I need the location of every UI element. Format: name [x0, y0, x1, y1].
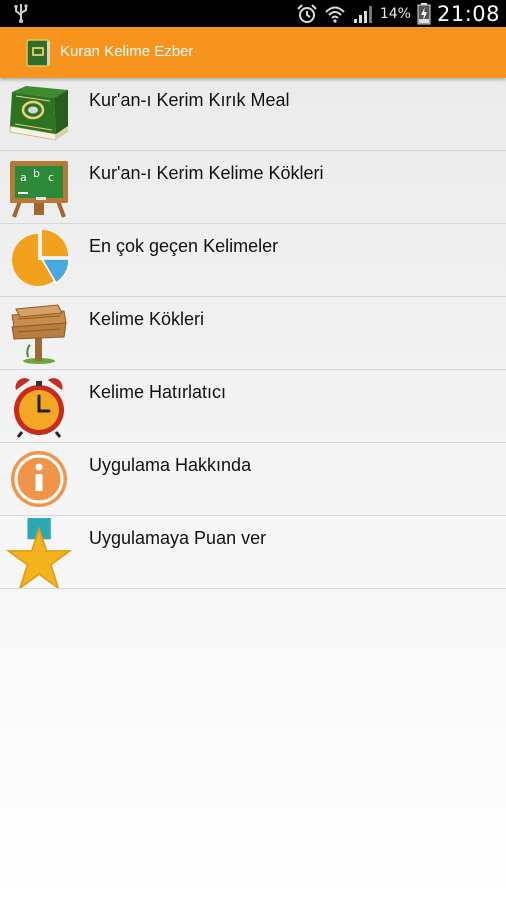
signal-icon — [353, 5, 372, 23]
info-icon — [11, 451, 67, 507]
svg-text:b: b — [33, 167, 40, 180]
menu-item-label: Kur'an-ı Kerim Kırık Meal — [89, 90, 290, 110]
menu-item-puan-ver[interactable]: Uygulamaya Puan ver — [0, 516, 506, 589]
action-bar: Kuran Kelime Ezber — [0, 27, 506, 78]
svg-text:a: a — [20, 171, 27, 184]
main-menu: Kur'an-ı Kerim Kırık Meal a b c Kur'an-ı… — [0, 78, 506, 589]
quran-book-icon — [9, 86, 68, 141]
alarm-icon — [297, 3, 317, 23]
menu-item-kirik-meal[interactable]: Kur'an-ı Kerim Kırık Meal — [0, 78, 506, 151]
menu-item-label: Kelime Kökleri — [89, 309, 205, 329]
menu-item-kelime-hatirlatici[interactable]: Kelime Hatırlatıcı — [0, 370, 506, 443]
menu-item-label: Uygulamaya Puan ver — [89, 528, 267, 548]
alarm-clock-icon — [14, 378, 64, 438]
menu-item-kelime-kokleri[interactable]: Kelime Kökleri — [0, 297, 506, 370]
clock: 21:08 — [436, 1, 500, 26]
menu-item-label: Kur'an-ı Kerim Kelime Kökleri — [89, 163, 324, 183]
menu-item-kelime-kokleri-quran[interactable]: a b c Kur'an-ı Kerim Kelime Kökleri — [0, 151, 506, 224]
status-bar: 14% 21:08 — [0, 0, 506, 27]
menu-item-label: Uygulama Hakkında — [89, 455, 252, 475]
chalkboard-abc-icon: a b c — [10, 161, 68, 218]
battery-icon — [417, 2, 431, 24]
menu-item-label: En çok geçen Kelimeler — [89, 236, 279, 256]
wooden-signpost-icon — [11, 304, 67, 364]
menu-item-uygulama-hakkinda[interactable]: Uygulama Hakkında — [0, 443, 506, 516]
svg-text:c: c — [48, 171, 54, 184]
pie-chart-icon — [12, 230, 70, 286]
app-title: Kuran Kelime Ezber — [60, 43, 194, 60]
menu-item-label: Kelime Hatırlatıcı — [89, 382, 227, 402]
wifi-icon — [325, 6, 345, 23]
menu-item-en-cok-gecen[interactable]: En çok geçen Kelimeler — [0, 224, 506, 297]
star-medal-icon — [5, 518, 72, 588]
battery-percent: 14% — [379, 5, 411, 22]
usb-icon — [14, 4, 28, 23]
app-logo-icon[interactable] — [24, 38, 52, 68]
